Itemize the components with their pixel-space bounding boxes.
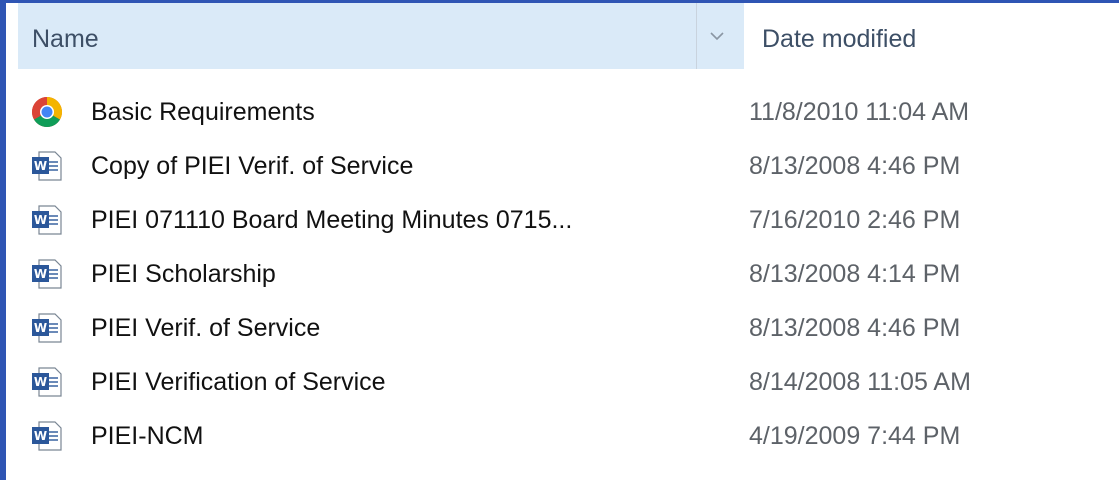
file-date-modified: 4/19/2009 7:44 PM (749, 422, 961, 450)
file-row[interactable]: W PIEI 071110 Board Meeting Minutes 0715… (6, 193, 1119, 247)
svg-text:W: W (34, 429, 47, 443)
file-date-modified: 8/14/2008 11:05 AM (749, 368, 971, 396)
svg-text:W: W (34, 213, 47, 227)
file-row[interactable]: W PIEI Scholarship 8/13/2008 4:14 PM (6, 247, 1119, 301)
chrome-icon (31, 96, 63, 128)
file-row[interactable]: Basic Requirements 11/8/2010 11:04 AM (6, 85, 1119, 139)
file-name: Copy of PIEI Verif. of Service (91, 152, 414, 180)
word-document-icon: W (32, 421, 62, 451)
file-name: PIEI Verif. of Service (91, 314, 321, 342)
file-name: PIEI-NCM (91, 422, 204, 450)
column-header-bar: Name Date modified (6, 3, 1119, 69)
file-name: PIEI 071110 Board Meeting Minutes 0715..… (91, 206, 573, 234)
file-name: PIEI Verification of Service (91, 368, 386, 396)
file-date-modified: 11/8/2010 11:04 AM (749, 98, 970, 126)
file-date-modified: 7/16/2010 2:46 PM (749, 206, 961, 234)
word-document-icon: W (32, 205, 62, 235)
file-date-modified: 8/13/2008 4:14 PM (749, 260, 961, 288)
svg-text:W: W (34, 159, 47, 173)
file-date-modified: 8/13/2008 4:46 PM (749, 314, 961, 342)
svg-text:W: W (34, 321, 47, 335)
chevron-down-icon[interactable] (708, 29, 726, 43)
word-document-icon: W (32, 259, 62, 289)
file-name: Basic Requirements (91, 98, 315, 126)
file-row[interactable]: W Copy of PIEI Verif. of Service 8/13/20… (6, 139, 1119, 193)
word-document-icon: W (32, 367, 62, 397)
file-date-modified: 8/13/2008 4:46 PM (749, 152, 961, 180)
file-name: PIEI Scholarship (91, 260, 276, 288)
file-row[interactable]: W PIEI-NCM 4/19/2009 7:44 PM (6, 409, 1119, 463)
word-document-icon: W (32, 313, 62, 343)
svg-text:W: W (34, 375, 47, 389)
word-document-icon: W (32, 151, 62, 181)
column-header-name[interactable]: Name (18, 3, 744, 69)
column-header-name-label: Name (32, 25, 99, 53)
column-header-date-modified[interactable]: Date modified (762, 25, 916, 54)
file-row[interactable]: W PIEI Verif. of Service 8/13/2008 4:46 … (6, 301, 1119, 355)
column-resize-handle[interactable] (696, 3, 697, 69)
file-row[interactable]: W PIEI Verification of Service 8/14/2008… (6, 355, 1119, 409)
svg-text:W: W (34, 267, 47, 281)
